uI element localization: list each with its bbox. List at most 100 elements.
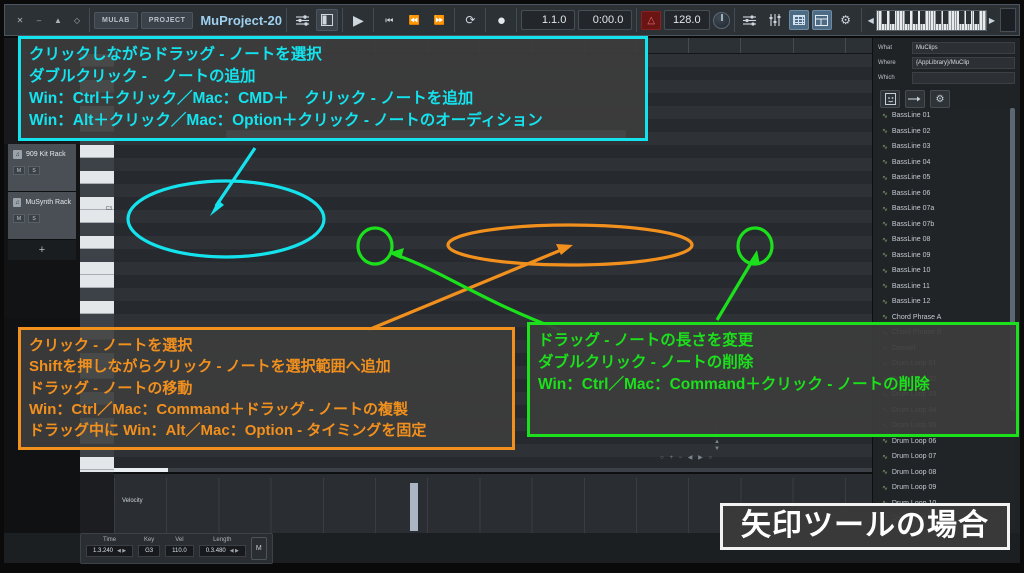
note-time-value[interactable]: 1.3.240 ◀ ▶ <box>86 544 134 557</box>
mixer-icon[interactable] <box>291 9 313 31</box>
note-key-value[interactable]: G3 <box>138 544 161 557</box>
tempo-display[interactable]: 128.0 <box>664 10 710 30</box>
time-display[interactable]: 0:00.0 <box>578 10 633 30</box>
browser-where-field[interactable]: {AppLibrary}/MuClip <box>912 57 1015 69</box>
clip-name: BassLine 05 <box>891 174 931 182</box>
close-icon[interactable]: ✕ <box>12 10 28 30</box>
piano-white-key[interactable] <box>80 145 114 158</box>
mulab-menu-button[interactable]: MULAB <box>94 11 138 29</box>
clip-list-item[interactable]: ∿ BassLine 07b <box>878 217 1015 233</box>
play-button[interactable]: ▶ <box>347 9 369 31</box>
grid-toggle-icon[interactable] <box>788 10 809 30</box>
zoom-horizontal-controls[interactable]: ○ + − ◀ ▶ ○ <box>660 454 714 461</box>
piano-white-key[interactable] <box>80 275 114 288</box>
keyboard-left-arrow[interactable]: ◀ <box>868 16 874 25</box>
piano-black-key[interactable] <box>80 288 114 301</box>
note-length-value[interactable]: 0.3.480 ◀ ▶ <box>198 544 246 557</box>
new-clip-icon[interactable] <box>880 90 900 108</box>
browser-which-field[interactable] <box>912 72 1015 84</box>
black-key[interactable] <box>889 10 895 24</box>
waveform-icon: ∿ <box>882 314 888 322</box>
piano-black-key[interactable] <box>80 223 114 236</box>
note-time-steppers[interactable]: ◀ ▶ <box>117 548 126 554</box>
minimize-icon[interactable]: – <box>31 10 47 30</box>
piano-black-key[interactable] <box>80 249 114 262</box>
mono-toggle-button[interactable]: M <box>250 536 267 560</box>
piano-white-key[interactable] <box>80 262 114 275</box>
loop-icon[interactable]: ⟳ <box>459 9 481 31</box>
gear-icon[interactable]: ⚙ <box>930 90 950 108</box>
browser-what-field[interactable]: MuClips <box>912 42 1015 54</box>
waveform-icon: ∿ <box>882 112 888 120</box>
track-mute-button[interactable]: M <box>13 166 25 175</box>
velocity-bar[interactable] <box>410 483 418 531</box>
clip-list-item[interactable]: ∿ Drum Loop 07 <box>878 449 1015 465</box>
routing-icon[interactable] <box>739 9 761 31</box>
add-track-button[interactable]: + <box>8 240 76 260</box>
track-row[interactable]: ♫ 909 Kit Rack M S <box>8 144 76 192</box>
black-key[interactable] <box>958 10 964 24</box>
project-menu-button[interactable]: PROJECT <box>140 11 194 29</box>
project-name[interactable]: MuProject-2023 <box>196 13 282 28</box>
black-key[interactable] <box>973 10 979 24</box>
keyboard-right-arrow[interactable]: ▶ <box>989 16 995 25</box>
piano-black-key[interactable] <box>80 158 114 171</box>
black-key[interactable] <box>904 10 910 24</box>
black-key[interactable] <box>881 10 887 24</box>
white-key[interactable] <box>983 10 986 30</box>
note-vel-field: Vel 110.0 <box>165 537 194 557</box>
splitter-handle[interactable] <box>114 468 168 472</box>
lane-splitter[interactable] <box>114 468 872 472</box>
rewind-button[interactable]: ⏪ <box>403 9 425 31</box>
clip-list-item[interactable]: ∿ BassLine 10 <box>878 263 1015 279</box>
black-key[interactable] <box>966 10 972 24</box>
go-to-start-button[interactable]: ⏮ <box>378 9 400 31</box>
piano-black-key[interactable] <box>80 184 114 197</box>
sliders-icon[interactable] <box>764 9 786 31</box>
import-icon[interactable] <box>905 90 925 108</box>
record-button[interactable]: ● <box>490 9 512 31</box>
list-toggle-icon[interactable] <box>811 10 832 30</box>
tempo-knob[interactable] <box>712 11 730 29</box>
clip-list-item[interactable]: ∿ BassLine 02 <box>878 124 1015 140</box>
clip-list-item[interactable]: ∿ BassLine 04 <box>878 155 1015 171</box>
note-vel-value[interactable]: 110.0 <box>165 544 194 557</box>
restore-icon[interactable]: ◇ <box>69 10 85 30</box>
clip-list[interactable]: ∿ BassLine 01 ∿ BassLine 02 ∿ BassLine 03 ∿ Bas… <box>878 108 1015 529</box>
anno-green-line-2: ダブルクリック - ノートの削除 <box>538 354 754 371</box>
track-solo-button[interactable]: S <box>28 214 40 223</box>
clip-list-item[interactable]: ∿ BassLine 01 <box>878 108 1015 124</box>
clip-list-item[interactable]: ∿ BassLine 12 <box>878 294 1015 310</box>
clip-list-item[interactable]: ∿ BassLine 03 <box>878 139 1015 155</box>
note-length-field: Length 0.3.480 ◀ ▶ <box>198 537 246 557</box>
track-solo-button[interactable]: S <box>28 166 40 175</box>
note-length-steppers[interactable]: ◀ ▶ <box>230 548 239 554</box>
clip-list-item[interactable]: ∿ BassLine 08 <box>878 232 1015 248</box>
track-mute-button[interactable]: M <box>13 214 25 223</box>
black-key[interactable] <box>912 10 918 24</box>
clip-list-item[interactable]: ∿ BassLine 07a <box>878 201 1015 217</box>
clip-list-item[interactable]: ∿ BassLine 09 <box>878 248 1015 264</box>
track-row[interactable]: ♫ MuSynth Rack M S <box>8 192 76 240</box>
piano-black-key[interactable] <box>80 314 114 327</box>
piano-white-key[interactable] <box>80 457 114 470</box>
black-key[interactable] <box>935 10 941 24</box>
clip-list-item[interactable]: ∿ BassLine 06 <box>878 186 1015 202</box>
view-panels-icon[interactable] <box>316 9 339 31</box>
black-key[interactable] <box>920 10 926 24</box>
clip-list-item[interactable]: ∿ Drum Loop 09 <box>878 480 1015 496</box>
clip-list-item[interactable]: ∿ Drum Loop 08 <box>878 465 1015 481</box>
piano-white-key[interactable] <box>80 236 114 249</box>
gear-icon[interactable]: ⚙ <box>835 9 857 31</box>
fast-forward-button[interactable]: ⏩ <box>428 9 450 31</box>
black-key[interactable] <box>943 10 949 24</box>
mini-keyboard[interactable] <box>875 9 987 31</box>
clip-list-item[interactable]: ∿ BassLine 11 <box>878 279 1015 295</box>
anno-cyan-line-3: Win：Ctrl＋クリック／Mac：CMD＋ クリック - ノートを追加 <box>29 90 474 107</box>
piano-white-key[interactable] <box>80 301 114 314</box>
maximize-icon[interactable]: ▲ <box>50 10 66 30</box>
clip-list-item[interactable]: ∿ BassLine 05 <box>878 170 1015 186</box>
metronome-button[interactable]: △ <box>641 10 662 30</box>
position-display[interactable]: 1.1.0 <box>521 10 576 30</box>
piano-white-key[interactable] <box>80 171 114 184</box>
